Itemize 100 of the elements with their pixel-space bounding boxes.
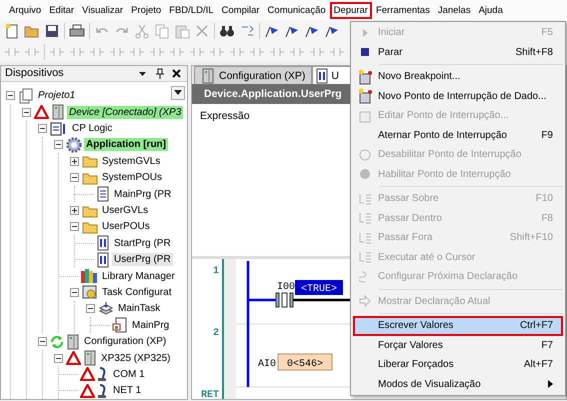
save-icon[interactable] (44, 22, 60, 38)
device-icon (66, 334, 80, 350)
menu-item[interactable]: Ferramentas (372, 2, 434, 18)
tree-item[interactable]: StartPrg (PR (112, 236, 173, 250)
collapse-icon[interactable] (70, 173, 79, 182)
line-number: 2 (212, 328, 219, 339)
tree-item[interactable]: COM 1 (111, 368, 147, 381)
online-value: 0<546> (278, 354, 332, 370)
menu-item[interactable]: Janelas (434, 2, 475, 18)
tree-item[interactable]: XP325 (XP325) (99, 352, 172, 365)
online-value: <TRUE> (295, 280, 343, 295)
wire (248, 298, 276, 302)
tree-item[interactable]: Library Manager (100, 270, 177, 283)
tree-item[interactable]: NET 1 (111, 384, 144, 398)
panel-title: Dispositivos (5, 67, 65, 80)
contact-symbol[interactable] (276, 292, 294, 308)
step-icon (358, 192, 372, 206)
folder-icon (82, 154, 98, 168)
tree-item[interactable]: UserPrg (PR (112, 253, 173, 266)
tree-item[interactable]: CP Logic (70, 122, 114, 136)
arrow-icon (359, 295, 371, 308)
tab-label: U (331, 70, 339, 82)
collapse-icon[interactable] (86, 304, 95, 314)
caret-icon (174, 90, 182, 96)
menu-item[interactable]: Novo Ponto de Interrupção de Dado... (353, 86, 563, 106)
cable-icon (97, 382, 109, 399)
folder-icon (82, 204, 98, 218)
ladder-document-icon (96, 235, 110, 252)
tree-item[interactable]: Application [run] (84, 138, 168, 152)
tree-item[interactable]: MainPrg (PR (112, 188, 174, 201)
folder-icon (82, 170, 98, 185)
gear-icon (66, 136, 82, 153)
line-number: RET (200, 390, 219, 399)
column-header: Expressão (200, 110, 250, 122)
step-icon (358, 230, 372, 245)
tree-item[interactable]: MainPrg (130, 318, 172, 332)
ladder-document-icon (315, 68, 330, 84)
documents-icon (18, 88, 34, 104)
printer-icon[interactable] (69, 22, 85, 38)
menu-item[interactable]: Ajuda (474, 2, 507, 18)
line-number: 1 (212, 266, 219, 277)
stop-icon (360, 47, 370, 58)
logic-icon (50, 120, 68, 137)
dropdown-button[interactable] (171, 86, 185, 100)
device-icon (83, 350, 97, 366)
collapse-icon[interactable] (38, 124, 47, 134)
expand-icon[interactable] (70, 206, 79, 215)
menu-item[interactable]: Modos de Visualização (353, 374, 563, 394)
menu-item[interactable]: Aternar Ponto de Interrupção F9 (353, 126, 563, 145)
collapse-icon[interactable] (54, 140, 63, 150)
menu-item[interactable]: Escrever Valores Ctrl+F7 (353, 316, 563, 336)
collapse-icon[interactable] (70, 222, 79, 232)
menu-item[interactable]: Editar (45, 2, 78, 18)
program-call-icon (112, 317, 128, 334)
tree-item[interactable]: UserGVLs (100, 204, 150, 217)
device-icon (51, 104, 65, 120)
cable-icon (97, 366, 109, 382)
refresh-icon (50, 334, 64, 349)
editor-tab[interactable]: Configuration (XP) (194, 66, 312, 84)
collapse-icon[interactable] (22, 108, 31, 117)
tab-label: Configuration (XP) (219, 70, 306, 82)
collapse-icon[interactable] (70, 288, 79, 297)
variable-name: AI0 (258, 359, 276, 370)
collapse-icon[interactable] (6, 91, 15, 100)
variable-name: I00 (277, 282, 296, 293)
tree-item[interactable]: MainTask (116, 302, 162, 316)
tree-item[interactable]: Configuration (XP) (82, 335, 168, 348)
books-icon (80, 268, 98, 284)
menu-item[interactable]: FBD/LD/IL (165, 2, 218, 18)
close-icon[interactable] (172, 68, 181, 78)
stack-icon (98, 300, 114, 317)
play-icon (360, 28, 370, 38)
step-icon (358, 250, 372, 264)
menu-item[interactable]: Comunicação (264, 2, 330, 18)
collapse-icon[interactable] (38, 337, 47, 346)
tree-item[interactable]: Projeto1 (36, 89, 78, 102)
tree-item[interactable]: SystemGVLs (100, 154, 162, 168)
menu-item[interactable]: Forçar Valores F7 (353, 336, 563, 355)
menu-item[interactable]: Projeto (127, 2, 166, 18)
menu-item[interactable]: Compilar (218, 2, 264, 18)
submenu-arrow-icon (548, 380, 553, 388)
tree-item[interactable]: Device [Conectado] (XP3 (67, 106, 184, 119)
tree-item[interactable]: SystemPOUs (100, 171, 164, 184)
tree-item[interactable]: UserPOUs (100, 220, 152, 234)
tree-item[interactable]: Task Configurat (100, 286, 174, 299)
folder-icon (82, 220, 98, 234)
ladder-document-icon (96, 252, 110, 268)
menu-item[interactable]: Liberar Forçados Alt+F7 (353, 355, 563, 374)
menu-item[interactable]: Depurar (330, 2, 372, 18)
editor-title: Device.Application.UserPrg (204, 88, 342, 100)
pin-icon[interactable] (155, 68, 164, 79)
menu-item[interactable]: Arquivo (5, 2, 46, 18)
document-icon (96, 186, 110, 202)
expand-icon[interactable] (70, 156, 79, 166)
circle-icon (359, 148, 371, 161)
collapse-icon[interactable] (54, 354, 63, 363)
new-file-icon[interactable] (4, 22, 20, 38)
menu-item[interactable]: Visualizar (78, 2, 128, 18)
task-config-icon (82, 284, 98, 300)
step-icon (358, 211, 372, 226)
